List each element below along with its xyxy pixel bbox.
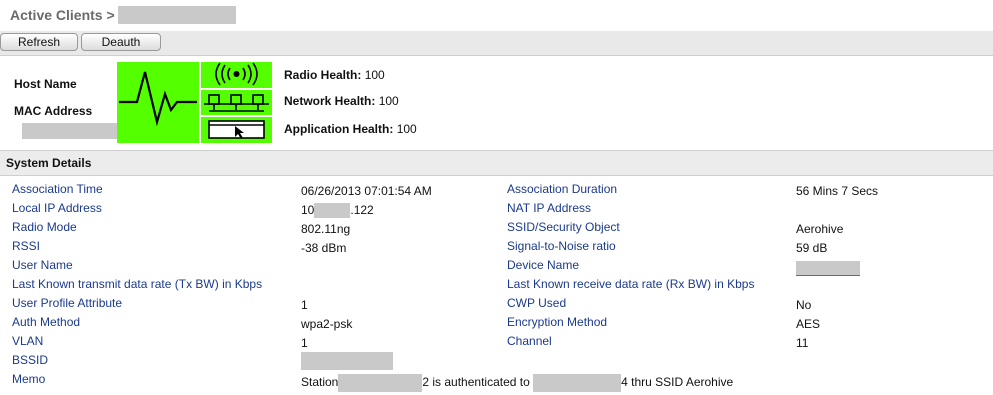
mac-address-label: MAC Address — [14, 104, 93, 118]
detail-value — [301, 352, 393, 370]
network-health-label: Network Health: — [284, 94, 376, 108]
network-health: Network Health: 100 — [284, 94, 399, 108]
redacted-device-name — [796, 261, 860, 276]
page-title: Active Clients > — [10, 7, 115, 23]
detail-value: Aerohive — [796, 222, 844, 236]
detail-label: SSID/Security Object — [507, 220, 620, 234]
detail-label: Last Known transmit data rate (Tx BW) in… — [12, 277, 263, 291]
detail-row: Memo Station 2 is authenticated to 4 thru… — [0, 372, 993, 392]
detail-value — [796, 260, 860, 276]
detail-label: VLAN — [12, 334, 44, 348]
refresh-button[interactable]: Refresh — [0, 33, 78, 51]
detail-value: 1 — [301, 298, 308, 312]
wireless-signal-icon — [215, 62, 258, 86]
application-health-value: 100 — [396, 122, 417, 136]
ip-suffix: .122 — [350, 203, 374, 217]
redacted-client-name — [117, 6, 236, 24]
overall-health-panel — [117, 62, 199, 143]
memo-text: 4 thru SSID Aerohive — [621, 375, 734, 390]
detail-row: Radio Mode 802.11ng SSID/Security Object… — [0, 220, 993, 239]
detail-label: Association Time — [12, 182, 103, 196]
detail-value: 11 — [796, 336, 809, 350]
detail-row: User Name Device Name — [0, 258, 993, 277]
radio-health: Radio Health: 100 — [284, 68, 385, 82]
detail-label: User Name — [12, 258, 73, 272]
detail-value: wpa2-psk — [301, 317, 353, 331]
network-health-value: 100 — [378, 94, 399, 108]
detail-value: 06/26/2013 07:01:54 AM — [301, 184, 432, 198]
detail-value: 56 Mins 7 Secs — [796, 184, 879, 198]
detail-label: Auth Method — [12, 315, 81, 329]
memo-value: Station 2 is authenticated to 4 thru SSID… — [301, 374, 733, 392]
detail-label: BSSID — [12, 353, 49, 367]
detail-row: Auth Method wpa2-psk Encryption Method A… — [0, 315, 993, 334]
application-health-label: Application Health: — [284, 122, 394, 136]
redacted-mac-address — [22, 123, 117, 139]
memo-text: 2 is authenticated to — [422, 375, 530, 390]
detail-row: Association Time 06/26/2013 07:01:54 AM … — [0, 182, 993, 201]
detail-value: AES — [796, 317, 821, 331]
detail-label: Memo — [12, 372, 46, 386]
detail-value: No — [796, 298, 812, 312]
detail-row: User Profile Attribute 1 CWP Used No — [0, 296, 993, 315]
detail-label: Last Known receive data rate (Rx BW) in … — [507, 277, 755, 291]
detail-row: RSSI -38 dBm Signal-to-Noise ratio 59 dB — [0, 239, 993, 258]
detail-value: -38 dBm — [301, 241, 347, 255]
detail-label: Local IP Address — [12, 201, 102, 215]
radio-health-value: 100 — [364, 68, 385, 82]
detail-value: 59 dB — [796, 241, 828, 255]
memo-text: Station — [301, 375, 339, 390]
detail-row: Local IP Address 10 .122 NAT IP Address — [0, 201, 993, 220]
radio-health-panel — [201, 62, 272, 88]
detail-row: VLAN 1 Channel 11 — [0, 334, 993, 353]
detail-label: Radio Mode — [12, 220, 77, 234]
detail-row: Last Known transmit data rate (Tx BW) in… — [0, 277, 993, 296]
detail-label: Signal-to-Noise ratio — [507, 239, 616, 253]
redacted-bssid — [301, 352, 393, 370]
application-window-icon — [208, 120, 265, 139]
application-health-panel — [201, 117, 272, 143]
application-health: Application Health: 100 — [284, 122, 417, 136]
detail-label: Device Name — [507, 258, 580, 272]
page-header: Active Clients > — [10, 5, 236, 25]
redacted-ap-name — [533, 374, 622, 392]
detail-label: Encryption Method — [507, 315, 608, 329]
toolbar: Refresh Deauth — [0, 31, 993, 56]
host-name-label: Host Name — [14, 77, 77, 91]
heartbeat-icon — [119, 71, 197, 127]
network-nodes-icon — [204, 94, 269, 112]
detail-value: 802.11ng — [301, 222, 351, 236]
detail-value: 10 .122 — [301, 203, 374, 219]
detail-label: User Profile Attribute — [12, 296, 123, 310]
detail-row: BSSID — [0, 352, 993, 372]
deauth-button[interactable]: Deauth — [81, 33, 161, 51]
system-details-title: System Details — [6, 156, 92, 170]
detail-label: Channel — [507, 334, 552, 348]
redacted-station-mac — [338, 374, 423, 392]
detail-value: 1 — [301, 336, 308, 350]
detail-label: CWP Used — [507, 296, 567, 310]
ip-prefix: 10 — [301, 203, 315, 217]
detail-label: RSSI — [12, 239, 41, 253]
system-details-header: System Details — [0, 150, 993, 176]
detail-label: Association Duration — [507, 182, 618, 196]
network-health-panel — [201, 90, 272, 115]
detail-label: NAT IP Address — [507, 201, 592, 215]
radio-health-label: Radio Health: — [284, 68, 362, 82]
redacted-ip-segment — [314, 203, 351, 219]
